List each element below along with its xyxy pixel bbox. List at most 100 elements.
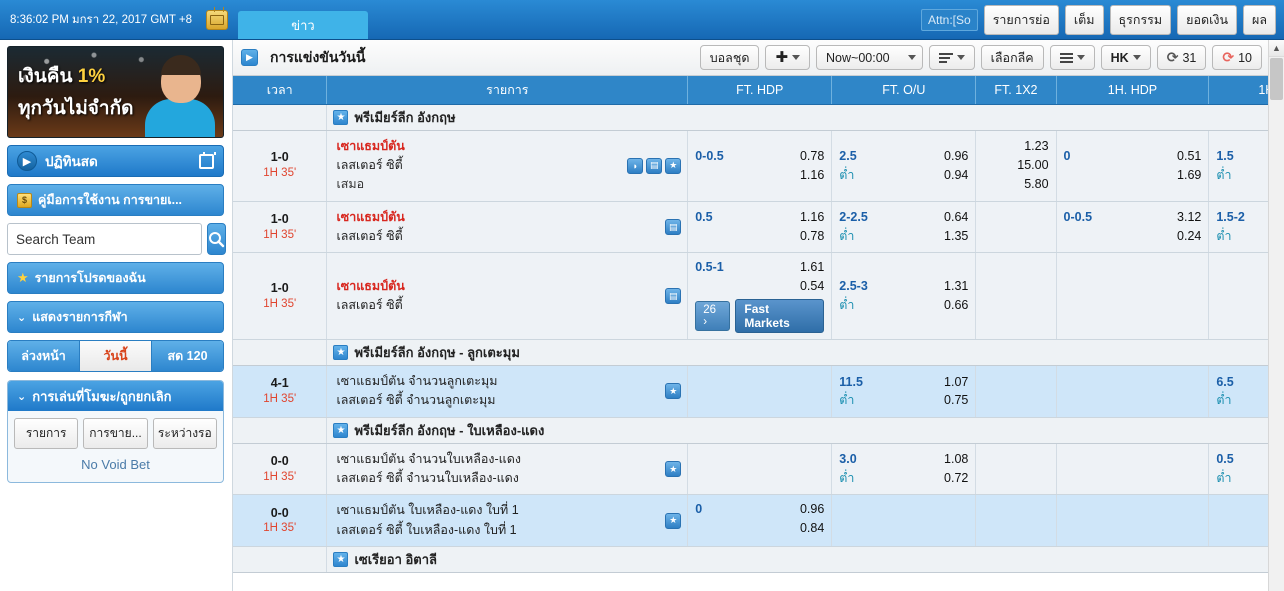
match-teams-cell[interactable]: เซาแธมป์ตัน เลสเตอร์ ซิตี้ ▤	[326, 201, 689, 254]
favourites-button[interactable]: ★ รายการโปรดของฉัน	[7, 262, 224, 294]
ft-ou-cell[interactable]: 2-2.5 0.64 ต่ำ 1.35	[831, 201, 977, 254]
star-icon[interactable]: ★	[665, 512, 682, 529]
star-icon[interactable]: ★	[665, 383, 682, 400]
col-ft-ou[interactable]: FT. O/U	[831, 76, 977, 105]
stats-icon[interactable]: ▤	[665, 219, 682, 235]
ft-1x2-cell[interactable]	[975, 201, 1057, 254]
ft-ou-cell[interactable]: 2.5-3 1.31 ต่ำ 0.66	[831, 252, 977, 340]
live-calendar-button[interactable]: ▶ ปฏิทินสด	[7, 145, 224, 177]
refresh-counter-grey[interactable]: ⟳ 31	[1156, 45, 1207, 70]
ft-hdp-cell[interactable]: 0 0.96 0.84	[687, 494, 833, 548]
1h-hdp-cell[interactable]: 0-0.5 3.12 0.24	[1056, 201, 1210, 254]
match-teams-cell[interactable]: เซาแธมป์ตัน เลสเตอร์ ซิตี้ ▤	[326, 252, 689, 340]
void-tab-sales[interactable]: การขาย...	[83, 418, 148, 449]
league-filter-button[interactable]: เลือกลีค	[980, 45, 1044, 70]
stats-icon[interactable]: ▤	[646, 157, 663, 174]
match-teams-cell[interactable]: เซาแธมป์ตัน จำนวนใบเหลือง-แดง เลสเตอร์ ซ…	[326, 443, 689, 496]
stats-icon[interactable]: ▤	[665, 288, 682, 305]
vertical-scrollbar-track[interactable]: ▲	[1268, 40, 1284, 591]
fast-markets-count[interactable]: 26 ›	[695, 300, 731, 331]
odds-table-container[interactable]: เวลา รายการ FT. HDP FT. O/U FT. 1X2 1H. …	[233, 76, 1268, 591]
void-bet-panel-header[interactable]: ⌄ การเล่นที่โมฆะ/ถูกยกเลิก	[8, 381, 223, 411]
sort-button[interactable]	[928, 45, 975, 70]
ft-hdp-cell[interactable]: 0-0.5 0.78 1.16	[687, 130, 833, 202]
league-header-row[interactable]: ★ พรีเมียร์ลีก อังกฤษ - ลูกเตะมุม ⟳	[233, 338, 1268, 366]
ft-1x2-cell[interactable]	[975, 365, 1057, 418]
refresh-counter-red[interactable]: ⟳ 10	[1212, 45, 1262, 70]
1h-ou-cell[interactable]: 1.52.63 ต่ำ0.28	[1208, 130, 1268, 202]
collapse-arrow-icon[interactable]: ▶	[241, 49, 258, 66]
1h-ou-cell[interactable]	[1208, 494, 1268, 548]
top-button-transaction[interactable]: ธุรกรรม	[1109, 4, 1172, 35]
tv-icon[interactable]	[206, 6, 228, 30]
league-header-row[interactable]: ★ พรีเมียร์ลีก อังกฤษ ⟳	[233, 103, 1268, 131]
odds-format-button[interactable]: HK	[1100, 45, 1151, 70]
parlay-button[interactable]: บอลชุด	[699, 45, 760, 70]
void-tab-list[interactable]: รายการ	[14, 418, 79, 449]
ft-hdp-cell[interactable]	[687, 365, 833, 418]
1h-hdp-cell[interactable]	[1056, 443, 1210, 496]
1h-ou-cell[interactable]: 0.51.00 ต่ำ0.80	[1208, 443, 1268, 496]
pitch-icon[interactable]: ◗	[627, 157, 644, 174]
table-row[interactable]: 1-0 1H 35' เซาแธมป์ตัน เลสเตอร์ ซิตี้ ▤ …	[233, 252, 1268, 340]
1h-ou-cell[interactable]	[1208, 252, 1268, 340]
ft-1x2-cell[interactable]: 1.23 15.00 5.80	[975, 130, 1057, 202]
table-row[interactable]: 0-0 1H 35' เซาแธมป์ตัน ใบเหลือง-แดง ใบที…	[233, 494, 1268, 548]
1h-hdp-cell[interactable]: 0 0.51 1.69	[1056, 130, 1210, 202]
top-button-balance[interactable]: ยอดเงิน	[1177, 4, 1238, 35]
col-ft-hdp[interactable]: FT. HDP	[687, 76, 833, 105]
promo-banner[interactable]: เงินคืน 1% ทุกวันไม่จำกัด	[7, 46, 224, 138]
top-button-statement[interactable]: รายการย่อ	[983, 4, 1059, 35]
star-icon[interactable]: ★	[665, 461, 682, 477]
col-event[interactable]: รายการ	[326, 76, 689, 105]
ft-hdp-cell[interactable]	[687, 443, 833, 496]
1h-hdp-cell[interactable]	[1056, 252, 1210, 340]
time-range-select[interactable]: Now~00:00	[816, 45, 923, 70]
1h-ou-cell[interactable]: 6.51.47 ต่ำ0.50	[1208, 365, 1268, 418]
table-row[interactable]: 1-0 1H 35' เซาแธมป์ตัน เลสเตอร์ ซิตี้ ▤ …	[233, 201, 1268, 254]
ft-ou-cell[interactable]: 2.5 0.96 ต่ำ 0.94	[831, 130, 977, 202]
segment-early[interactable]: ล่วงหน้า	[8, 341, 80, 371]
match-teams-cell[interactable]: เซาแธมป์ตัน เลสเตอร์ ซิตี้ เสมอ ◗ ▤ ★	[326, 130, 689, 202]
1h-hdp-cell[interactable]	[1056, 494, 1210, 548]
col-ft-1x2[interactable]: FT. 1X2	[975, 76, 1057, 105]
match-teams-cell[interactable]: เซาแธมป์ตัน จำนวนลูกเตะมุม เลสเตอร์ ซิตี…	[326, 365, 689, 418]
top-button-results[interactable]: ผล	[1243, 4, 1276, 35]
vertical-scrollbar[interactable]: ▲	[1268, 40, 1284, 591]
ft-hdp-cell[interactable]: 0.5 1.16 0.78	[687, 201, 833, 254]
table-row[interactable]: 1-0 1H 35' เซาแธมป์ตัน เลสเตอร์ ซิตี้ เส…	[233, 130, 1268, 202]
1h-ou-cell[interactable]: 1.5-24.16 ต่ำ0.14	[1208, 201, 1268, 254]
table-row[interactable]: 0-0 1H 35' เซาแธมป์ตัน จำนวนใบเหลือง-แดง…	[233, 443, 1268, 496]
ft-hdp-cell[interactable]: 0.5-1 1.61 0.54 26 › Fast Markets	[687, 252, 833, 340]
segment-live[interactable]: สด 120	[152, 341, 223, 371]
ft-1x2-cell[interactable]	[975, 494, 1057, 548]
guide-button[interactable]: คู่มือการใช้งาน การขายเ...	[7, 184, 224, 216]
1h-hdp-cell[interactable]	[1056, 365, 1210, 418]
news-tab[interactable]: ข่าว	[238, 11, 368, 39]
ft-1x2-cell[interactable]	[975, 252, 1057, 340]
star-icon[interactable]: ★	[665, 157, 682, 174]
table-row[interactable]: 4-1 1H 35' เซาแธมป์ตัน จำนวนลูกเตะมุม เล…	[233, 365, 1268, 418]
search-input[interactable]	[7, 223, 202, 255]
ft-ou-cell[interactable]: 11.5 1.07 ต่ำ 0.75	[831, 365, 977, 418]
add-button[interactable]: ✚	[765, 45, 811, 70]
top-button-full[interactable]: เต็ม	[1064, 4, 1104, 35]
segment-today[interactable]: วันนี้	[80, 341, 152, 371]
star-icon[interactable]: ★	[333, 109, 349, 125]
col-1h-hdp[interactable]: 1H. HDP	[1056, 76, 1210, 105]
view-mode-button[interactable]	[1049, 45, 1095, 70]
star-icon[interactable]: ★	[333, 422, 349, 438]
scroll-up-icon[interactable]: ▲	[1269, 40, 1284, 57]
search-icon[interactable]	[207, 223, 226, 255]
star-icon[interactable]: ★	[333, 552, 349, 568]
col-1h-ou[interactable]: 1H. O/U	[1208, 76, 1268, 105]
match-teams-cell[interactable]: เซาแธมป์ตัน ใบเหลือง-แดง ใบที่ 1 เลสเตอร…	[326, 494, 689, 548]
ft-ou-cell[interactable]: 3.0 1.08 ต่ำ 0.72	[831, 443, 977, 496]
ft-1x2-cell[interactable]	[975, 443, 1057, 496]
league-header-row[interactable]: ★ เซเรียอา อิตาลี ⟳	[233, 546, 1268, 574]
fast-markets-button[interactable]: Fast Markets	[735, 298, 825, 333]
ft-ou-cell[interactable]	[831, 494, 977, 548]
col-time[interactable]: เวลา	[233, 76, 328, 105]
show-sports-button[interactable]: ⌄ แสดงรายการกีฬา	[7, 301, 224, 333]
league-header-row[interactable]: ★ พรีเมียร์ลีก อังกฤษ - ใบเหลือง-แดง ⟳	[233, 416, 1268, 444]
